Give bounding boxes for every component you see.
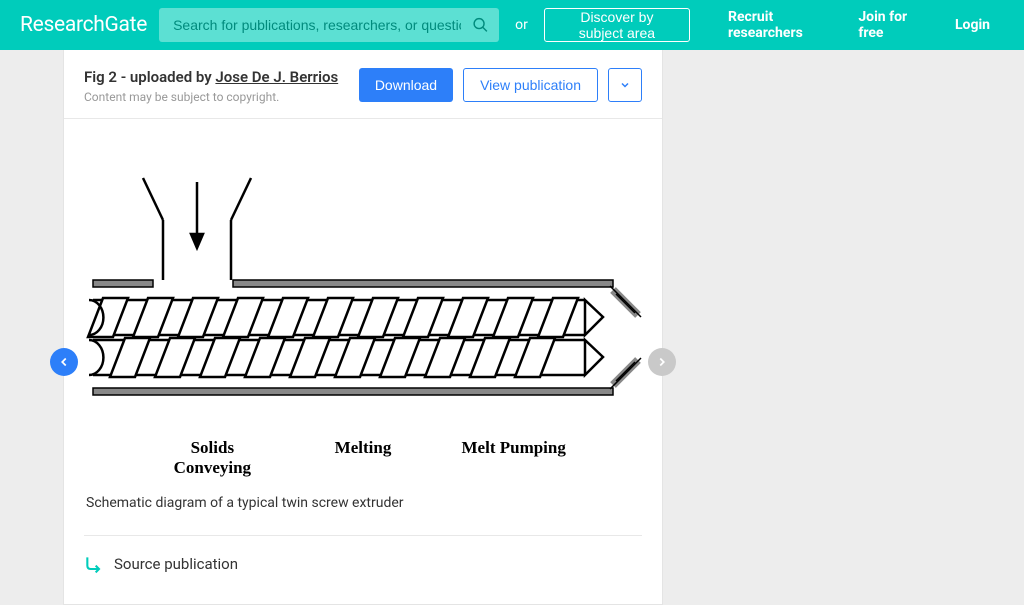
- figure-card: Fig 2 - uploaded by Jose De J. Berrios C…: [63, 50, 663, 605]
- chevron-down-icon: [619, 79, 631, 91]
- label-solids-conveying: SolidsConveying: [137, 438, 288, 478]
- extruder-diagram: [83, 140, 643, 430]
- card-header: Fig 2 - uploaded by Jose De J. Berrios C…: [64, 50, 662, 119]
- label-melt-pumping: Melt Pumping: [438, 438, 589, 478]
- more-actions-button[interactable]: [608, 68, 642, 102]
- site-header: ResearchGate or Discover by subject area…: [0, 0, 1024, 50]
- chevron-left-icon: [57, 355, 71, 369]
- source-publication-row: Source publication: [84, 536, 642, 574]
- login-link[interactable]: Login: [941, 17, 1004, 33]
- or-separator: or: [515, 17, 528, 33]
- fig-prefix: Fig 2 - uploaded by: [84, 68, 215, 86]
- diagram-labels: SolidsConveying Melting Melt Pumping: [113, 430, 613, 478]
- recruit-link[interactable]: Recruit researchers: [714, 9, 832, 41]
- next-figure-button[interactable]: [648, 348, 676, 376]
- discover-button[interactable]: Discover by subject area: [544, 8, 690, 42]
- label-melting: Melting: [288, 438, 439, 478]
- author-link[interactable]: Jose De J. Berrios: [215, 68, 338, 86]
- prev-figure-button[interactable]: [50, 348, 78, 376]
- figure-area: SolidsConveying Melting Melt Pumping Sch…: [64, 119, 662, 604]
- figure-meta: Fig 2 - uploaded by Jose De J. Berrios C…: [84, 68, 338, 104]
- source-publication-label: Source publication: [114, 555, 238, 573]
- diagram-container: SolidsConveying Melting Melt Pumping: [84, 139, 642, 479]
- search-input[interactable]: [159, 8, 499, 42]
- search-wrapper: [159, 8, 499, 42]
- figure-caption: Schematic diagram of a typical twin scre…: [84, 495, 642, 511]
- view-publication-button[interactable]: View publication: [463, 68, 598, 102]
- search-icon[interactable]: [472, 17, 489, 34]
- chevron-right-icon: [655, 355, 669, 369]
- source-arrow-icon: [84, 554, 104, 574]
- figure-title: Fig 2 - uploaded by Jose De J. Berrios: [84, 68, 338, 86]
- download-button[interactable]: Download: [359, 68, 453, 102]
- join-link[interactable]: Join for free: [844, 9, 929, 41]
- logo[interactable]: ResearchGate: [20, 13, 147, 37]
- action-buttons: Download View publication: [359, 68, 642, 102]
- copyright-text: Content may be subject to copyright.: [84, 90, 338, 104]
- main-area: Fig 2 - uploaded by Jose De J. Berrios C…: [0, 50, 1024, 605]
